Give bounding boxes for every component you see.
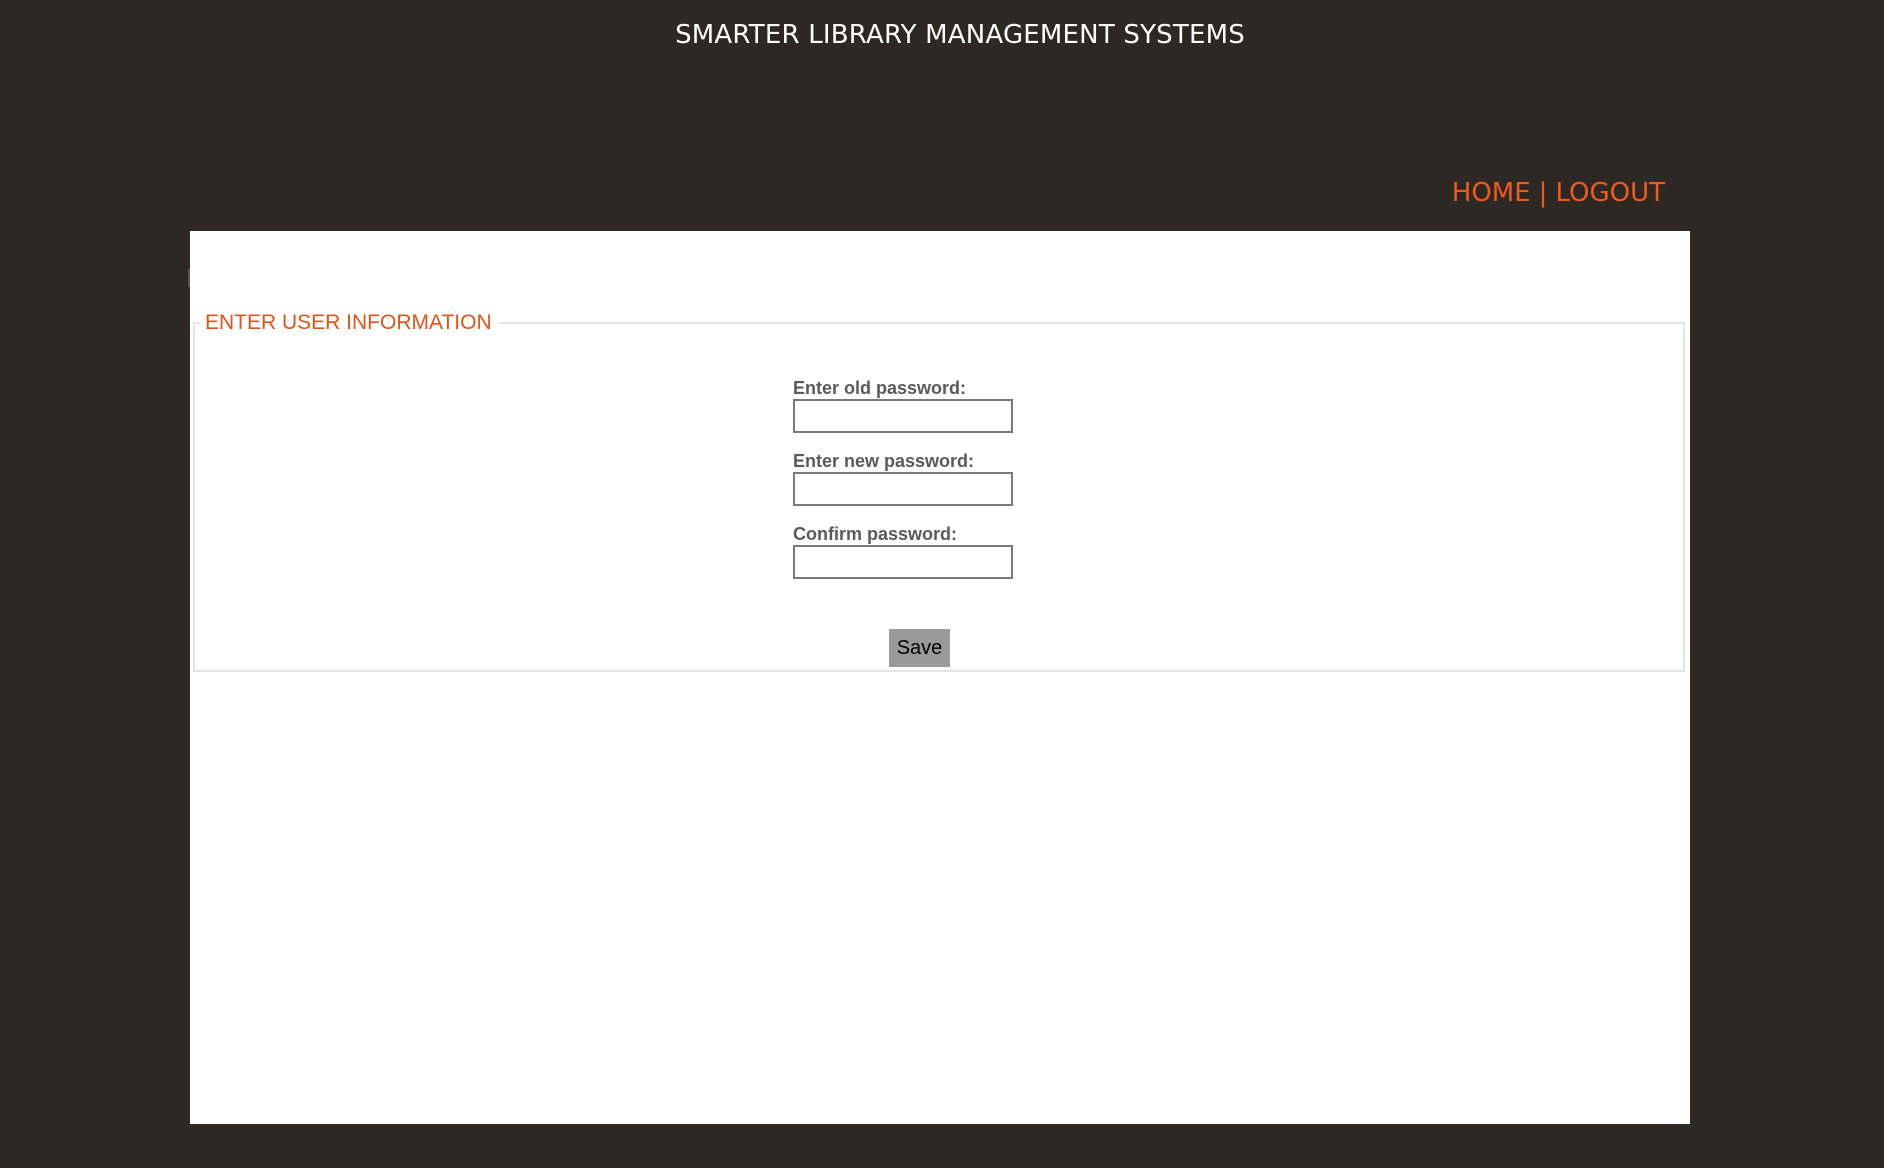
- nav-separator: |: [1538, 178, 1548, 208]
- confirm-password-field: Confirm password:: [793, 524, 1023, 579]
- old-password-label: Enter old password:: [793, 378, 967, 398]
- old-password-input[interactable]: [793, 399, 1013, 433]
- save-button[interactable]: Save: [889, 629, 950, 667]
- new-password-field: Enter new password:: [793, 451, 1023, 506]
- confirm-password-input[interactable]: [793, 545, 1013, 579]
- content-panel: ENTER USER INFORMATION Enter old passwor…: [188, 231, 1690, 1124]
- fieldset-legend: ENTER USER INFORMATION: [205, 311, 492, 334]
- top-nav: HOME | LOGOUT: [1452, 178, 1665, 208]
- new-password-label: Enter new password:: [793, 451, 975, 471]
- logout-link[interactable]: LOGOUT: [1555, 178, 1665, 208]
- user-info-fieldset: ENTER USER INFORMATION Enter old passwor…: [193, 311, 1685, 672]
- panel-edge-marker: [188, 269, 190, 287]
- confirm-password-label: Confirm password:: [793, 524, 958, 544]
- new-password-input[interactable]: [793, 472, 1013, 506]
- site-title: SMARTER LIBRARY MANAGEMENT SYSTEMS: [675, 20, 1245, 50]
- old-password-field: Enter old password:: [793, 378, 1023, 433]
- home-link[interactable]: HOME: [1452, 178, 1531, 208]
- password-form: Enter old password: Enter new password: …: [793, 378, 1023, 597]
